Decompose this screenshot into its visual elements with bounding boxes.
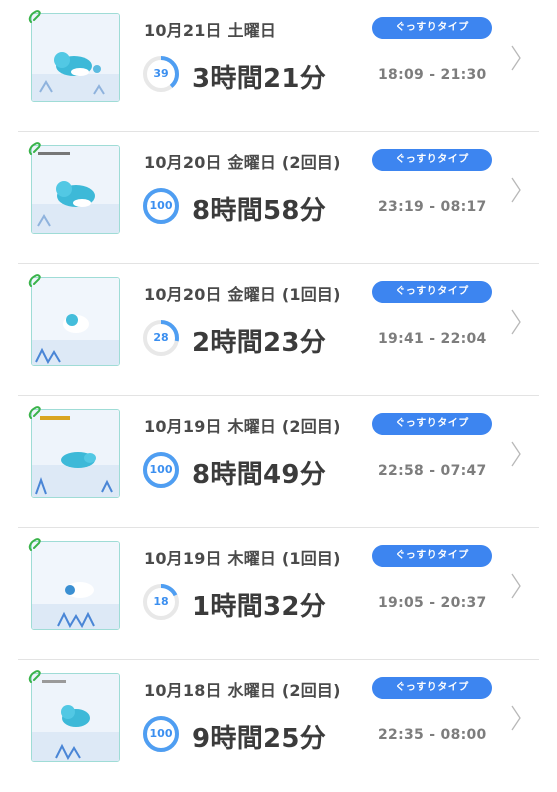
record-date: 10月19日 木曜日 (2回目): [144, 417, 341, 436]
sleep-duration: 1時間32分: [192, 592, 327, 622]
sleep-score-ring: 39: [142, 55, 180, 93]
chevron-right-icon[interactable]: [510, 440, 522, 468]
sleep-score-value: 100: [149, 727, 173, 740]
record-date: 10月20日 金曜日 (1回目): [144, 285, 341, 304]
sleep-score-ring: 100: [142, 187, 180, 225]
paperclip-icon: [28, 274, 41, 287]
chevron-right-icon[interactable]: [510, 572, 522, 600]
sleep-record-list: 10月21日 土曜日 ぐっすりタイプ 39 3時間21分 18:09 - 21:…: [0, 0, 557, 781]
sleep-score-ring: 100: [142, 715, 180, 753]
paperclip-icon: [28, 10, 41, 23]
sleep-record-row[interactable]: 10月20日 金曜日 (1回目) ぐっすりタイプ 28 2時間23分 19:41…: [0, 264, 557, 396]
sleep-score-value: 39: [153, 67, 169, 80]
sleep-time-range: 22:35 - 08:00: [378, 727, 487, 743]
sleep-score-ring: 18: [142, 583, 180, 621]
sleep-duration: 2時間23分: [192, 328, 327, 358]
sleep-style-thumbnail: [31, 13, 120, 102]
chevron-right-icon[interactable]: [510, 44, 522, 72]
sleep-type-badge: ぐっすりタイプ: [372, 413, 492, 435]
paperclip-icon: [28, 670, 41, 683]
chevron-right-icon[interactable]: [510, 176, 522, 204]
sleep-duration: 8時間58分: [192, 196, 327, 226]
sleep-score-value: 28: [153, 331, 169, 344]
sleep-record-row[interactable]: 10月19日 木曜日 (2回目) ぐっすりタイプ 100 8時間49分 22:5…: [0, 396, 557, 528]
sleep-score-value: 100: [149, 199, 173, 212]
sleep-record-row[interactable]: 10月18日 水曜日 (2回目) ぐっすりタイプ 100 9時間25分 22:3…: [0, 660, 557, 792]
chevron-right-icon[interactable]: [510, 704, 522, 732]
paperclip-icon: [28, 142, 41, 155]
record-date: 10月20日 金曜日 (2回目): [144, 153, 341, 172]
sleep-duration: 3時間21分: [192, 64, 327, 94]
sleep-style-thumbnail: [31, 673, 120, 762]
sleep-type-badge: ぐっすりタイプ: [372, 677, 492, 699]
sleep-score-ring: 28: [142, 319, 180, 357]
sleep-type-badge: ぐっすりタイプ: [372, 149, 492, 171]
sleep-type-badge: ぐっすりタイプ: [372, 545, 492, 567]
sleep-time-range: 18:09 - 21:30: [378, 67, 487, 83]
sleep-style-thumbnail: [31, 277, 120, 366]
record-date: 10月19日 木曜日 (1回目): [144, 549, 341, 568]
sleep-style-thumbnail: [31, 541, 120, 630]
sleep-time-range: 22:58 - 07:47: [378, 463, 487, 479]
paperclip-icon: [28, 538, 41, 551]
paperclip-icon: [28, 406, 41, 419]
sleep-record-row[interactable]: 10月19日 木曜日 (1回目) ぐっすりタイプ 18 1時間32分 19:05…: [0, 528, 557, 660]
sleep-duration: 9時間25分: [192, 724, 327, 754]
sleep-record-row[interactable]: 10月20日 金曜日 (2回目) ぐっすりタイプ 100 8時間58分 23:1…: [0, 132, 557, 264]
sleep-record-row[interactable]: 10月21日 土曜日 ぐっすりタイプ 39 3時間21分 18:09 - 21:…: [0, 0, 557, 132]
sleep-time-range: 19:05 - 20:37: [378, 595, 487, 611]
sleep-type-badge: ぐっすりタイプ: [372, 17, 492, 39]
sleep-time-range: 19:41 - 22:04: [378, 331, 487, 347]
chevron-right-icon[interactable]: [510, 308, 522, 336]
sleep-type-badge: ぐっすりタイプ: [372, 281, 492, 303]
sleep-style-thumbnail: [31, 145, 120, 234]
record-date: 10月18日 水曜日 (2回目): [144, 681, 341, 700]
sleep-score-ring: 100: [142, 451, 180, 489]
record-date: 10月21日 土曜日: [144, 21, 277, 40]
sleep-time-range: 23:19 - 08:17: [378, 199, 487, 215]
sleep-duration: 8時間49分: [192, 460, 327, 490]
sleep-score-value: 18: [153, 595, 169, 608]
sleep-score-value: 100: [149, 463, 173, 476]
sleep-style-thumbnail: [31, 409, 120, 498]
